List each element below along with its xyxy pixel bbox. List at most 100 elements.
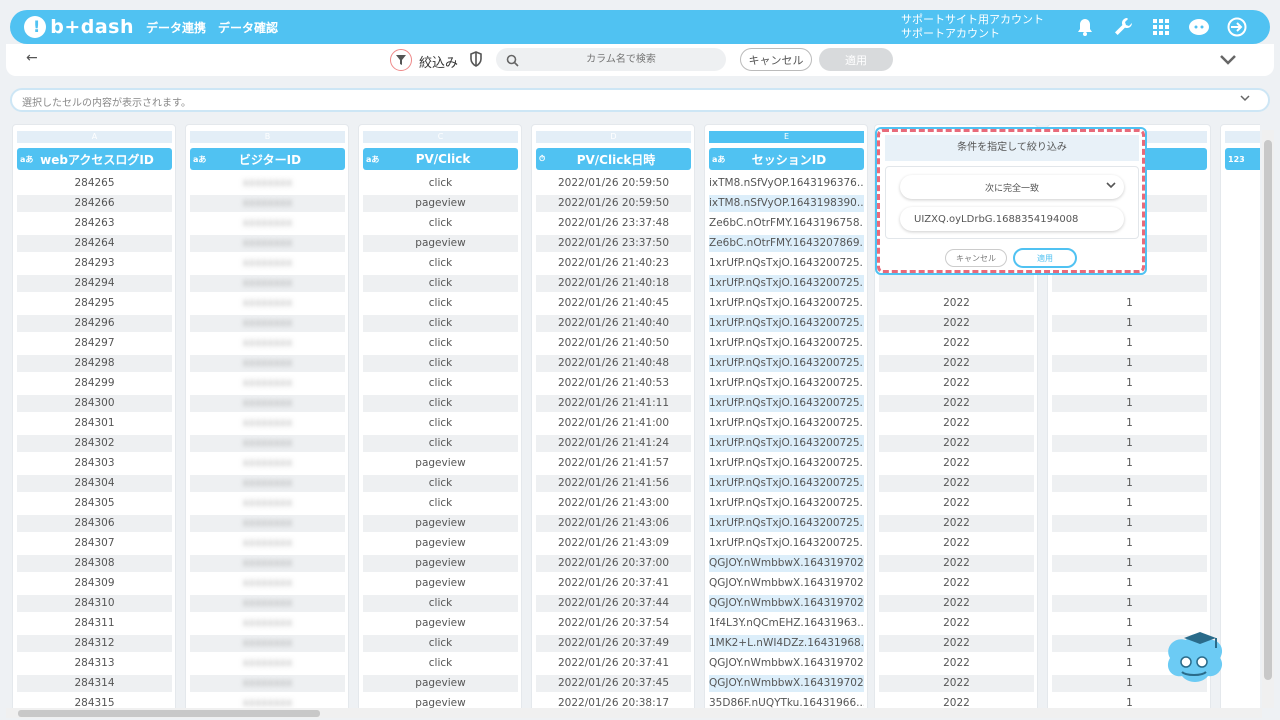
filter-label[interactable]: 絞込み [419, 52, 458, 71]
wrench-icon[interactable] [1104, 13, 1142, 41]
table-cell[interactable]: 2022/01/26 21:41:00 [536, 415, 691, 432]
table-cell[interactable]: 1 [1052, 515, 1207, 532]
mascot-icon[interactable] [1160, 628, 1230, 690]
cell-content-bar[interactable]: 選択したセルの内容が表示されます。 [10, 88, 1270, 112]
table-cell[interactable]: click [363, 435, 518, 452]
table-cell[interactable]: xxxxxxxx [190, 515, 345, 532]
table-cell[interactable]: 284294 [17, 275, 172, 292]
table-cell[interactable]: 2022/01/26 21:40:53 [536, 375, 691, 392]
toolbar-cancel-button[interactable]: キャンセル [740, 48, 812, 71]
table-cell[interactable]: click [363, 335, 518, 352]
logout-icon[interactable] [1218, 13, 1256, 41]
table-cell[interactable]: 2022 [879, 455, 1034, 472]
chevron-down-icon[interactable] [1220, 50, 1236, 69]
table-cell[interactable]: 2022/01/26 21:41:57 [536, 455, 691, 472]
table-cell[interactable]: 1 [1052, 495, 1207, 512]
table-cell[interactable]: xxxxxxxx [190, 435, 345, 452]
table-cell[interactable]: 35D86F.nUQYTku.16431966... [709, 695, 864, 708]
table-cell[interactable]: 2022 [879, 435, 1034, 452]
table-cell[interactable]: click [363, 275, 518, 292]
table-cell[interactable]: 284263 [17, 215, 172, 232]
table-cell[interactable]: click [363, 175, 518, 192]
table-cell[interactable]: 2022/01/26 21:40:18 [536, 275, 691, 292]
table-cell[interactable]: 284301 [17, 415, 172, 432]
table-cell[interactable]: pageview [363, 695, 518, 708]
table-cell[interactable]: 284302 [17, 435, 172, 452]
table-cell[interactable]: 2022 [879, 675, 1034, 692]
table-cell[interactable]: click [363, 295, 518, 312]
account-info[interactable]: サポートサイト用アカウント サポートアカウント [901, 13, 1044, 41]
table-cell[interactable]: 2022 [879, 695, 1034, 708]
table-cell[interactable]: xxxxxxxx [190, 395, 345, 412]
popup-cancel-button[interactable]: キャンセル [945, 249, 1007, 267]
table-cell[interactable]: 2022/01/26 21:40:48 [536, 355, 691, 372]
table-cell[interactable]: 2022/01/26 21:41:56 [536, 475, 691, 492]
table-cell[interactable]: 2022/01/26 20:59:50 [536, 195, 691, 212]
table-cell[interactable]: xxxxxxxx [190, 695, 345, 708]
table-cell[interactable]: 284303 [17, 455, 172, 472]
table-cell[interactable]: Ze6bC.nOtrFMY.1643196758... [709, 215, 864, 232]
table-cell[interactable]: 1xrUfP.nQsTxjO.1643200725... [709, 515, 864, 532]
table-cell[interactable]: 2022/01/26 21:41:24 [536, 435, 691, 452]
table-cell[interactable]: 2022 [879, 395, 1034, 412]
table-cell[interactable]: 1 [1052, 455, 1207, 472]
table-cell[interactable]: ixTM8.nSfVyOP.1643198390... [709, 195, 864, 212]
table-cell[interactable]: 2022 [879, 615, 1034, 632]
table-cell[interactable]: click [363, 215, 518, 232]
table-cell[interactable]: 1 [1052, 475, 1207, 492]
table-cell[interactable]: 284299 [17, 375, 172, 392]
table-cell[interactable]: pageview [363, 195, 518, 212]
column-header[interactable]: aあ ビジターID [190, 148, 345, 170]
table-cell[interactable]: xxxxxxxx [190, 195, 345, 212]
table-cell[interactable]: 1xrUfP.nQsTxjO.1643200725... [709, 355, 864, 372]
table-cell[interactable]: 284313 [17, 655, 172, 672]
table-cell[interactable]: xxxxxxxx [190, 535, 345, 552]
table-cell[interactable]: click [363, 415, 518, 432]
table-cell[interactable]: ixTM8.nSfVyOP.1643196376... [709, 175, 864, 192]
column-letter[interactable]: B [190, 131, 345, 143]
vertical-scroll-thumb[interactable] [1264, 140, 1272, 680]
table-cell[interactable]: 284265 [17, 175, 172, 192]
column-letter[interactable]: D [536, 131, 691, 143]
table-cell[interactable]: xxxxxxxx [190, 315, 345, 332]
table-cell[interactable]: 2022/01/26 21:41:11 [536, 395, 691, 412]
popup-apply-button[interactable]: 適用 [1013, 248, 1077, 268]
table-cell[interactable]: pageview [363, 515, 518, 532]
table-cell[interactable]: 1xrUfP.nQsTxjO.1643200725... [709, 315, 864, 332]
table-cell[interactable]: xxxxxxxx [190, 275, 345, 292]
table-cell[interactable]: 284305 [17, 495, 172, 512]
table-cell[interactable]: xxxxxxxx [190, 595, 345, 612]
table-cell[interactable]: click [363, 255, 518, 272]
table-cell[interactable]: 1 [1052, 435, 1207, 452]
table-cell[interactable]: 284310 [17, 595, 172, 612]
table-cell[interactable]: pageview [363, 615, 518, 632]
table-cell[interactable] [879, 275, 1034, 292]
table-cell[interactable]: 1xrUfP.nQsTxjO.1643200725... [709, 475, 864, 492]
nav-data-check[interactable]: データ確認 [218, 19, 278, 36]
table-cell[interactable]: 1 [1052, 375, 1207, 392]
table-cell[interactable]: 284314 [17, 675, 172, 692]
table-cell[interactable]: 2022 [879, 655, 1034, 672]
table-cell[interactable]: 284300 [17, 395, 172, 412]
table-cell[interactable]: 2022 [879, 575, 1034, 592]
table-cell[interactable]: 1xrUfP.nQsTxjO.1643200725... [709, 255, 864, 272]
table-cell[interactable]: 284264 [17, 235, 172, 252]
table-cell[interactable]: xxxxxxxx [190, 475, 345, 492]
table-cell[interactable]: 284306 [17, 515, 172, 532]
table-cell[interactable]: click [363, 595, 518, 612]
table-cell[interactable]: 284293 [17, 255, 172, 272]
table-cell[interactable]: 1f4L3Y.nQCmEHZ.16431963... [709, 615, 864, 632]
table-cell[interactable]: 1 [1052, 535, 1207, 552]
table-cell[interactable]: QGJOY.nWmbbwX.164319702... [709, 555, 864, 572]
table-cell[interactable]: 1 [1052, 355, 1207, 372]
table-cell[interactable]: xxxxxxxx [190, 575, 345, 592]
table-cell[interactable]: 1 [1052, 335, 1207, 352]
table-cell[interactable]: 2022 [879, 495, 1034, 512]
column-header[interactable]: aあ webアクセスログID [17, 148, 172, 170]
table-cell[interactable]: 2022 [879, 475, 1034, 492]
bell-icon[interactable] [1066, 13, 1104, 41]
table-cell[interactable]: QGJOY.nWmbbwX.164319702... [709, 655, 864, 672]
table-cell[interactable]: 2022 [879, 355, 1034, 372]
table-cell[interactable]: 2022 [879, 635, 1034, 652]
table-cell[interactable]: xxxxxxxx [190, 355, 345, 372]
